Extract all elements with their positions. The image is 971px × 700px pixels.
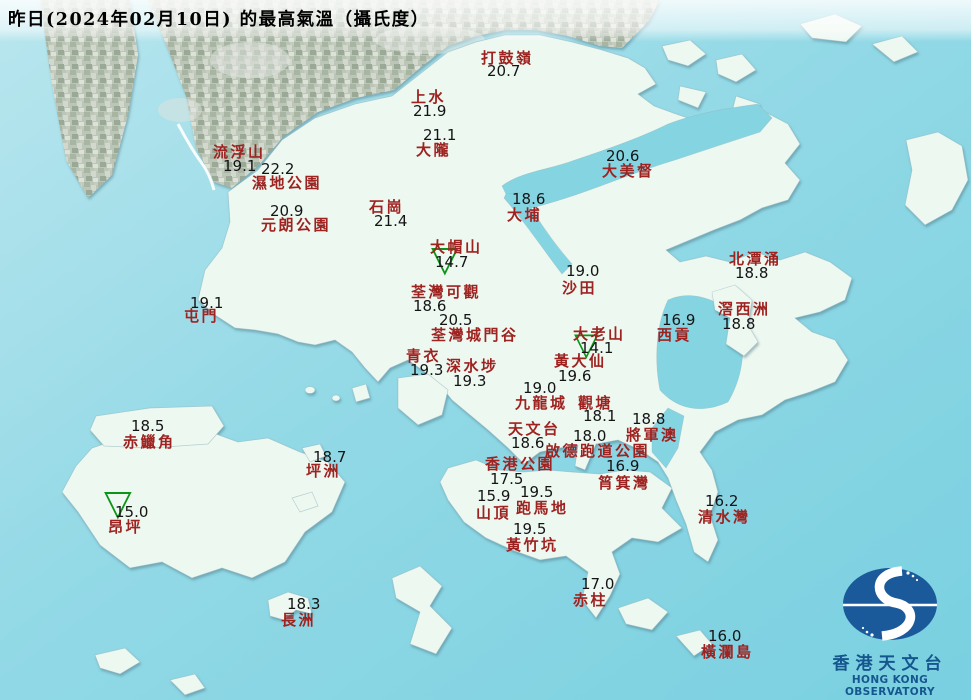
hko-logo: 香港天文台 HONG KONG OBSERVATORY xyxy=(815,565,965,698)
station-value: 19.5 xyxy=(520,483,554,501)
station-value: 18.6 xyxy=(511,434,545,452)
station-value: 21.9 xyxy=(413,102,447,120)
station-value: 19.0 xyxy=(566,262,600,280)
station-name: 沙田 xyxy=(562,279,598,297)
station-value: 20.7 xyxy=(487,62,521,80)
station-value: 16.2 xyxy=(705,492,739,510)
station-value: 20.6 xyxy=(606,147,640,165)
station-value: 19.3 xyxy=(453,372,487,390)
station-value: 21.1 xyxy=(423,126,457,144)
hko-logo-icon xyxy=(843,566,937,641)
station-value: 20.5 xyxy=(439,311,473,329)
station-name: 山頂 xyxy=(476,504,512,522)
station-value: 21.4 xyxy=(374,212,408,230)
station-value: 18.8 xyxy=(722,315,756,333)
station-value: 19.5 xyxy=(513,520,547,538)
station-value: 18.5 xyxy=(131,417,165,435)
station-value: 22.2 xyxy=(261,160,295,178)
station-value: 19.1 xyxy=(190,294,224,312)
weather-map: 昨日(2024年02月10日) 的最高氣溫（攝氏度） 20.7 打鼓嶺 21.9 上水… xyxy=(0,0,971,700)
station-value: 19.3 xyxy=(410,361,444,379)
station-value: 18.8 xyxy=(735,264,769,282)
station-value: 17.0 xyxy=(581,575,615,593)
station-value: 16.9 xyxy=(662,311,696,329)
station-value: 18.0 xyxy=(573,427,607,445)
station-value: 15.9 xyxy=(477,487,511,505)
station-value: 19.6 xyxy=(558,367,592,385)
station-value: 18.7 xyxy=(313,448,347,466)
station-value: 16.9 xyxy=(606,457,640,475)
station-value: 19.1 xyxy=(223,157,257,175)
station-value: 19.0 xyxy=(523,379,557,397)
hko-logo-chinese: 香港天文台 xyxy=(832,654,948,674)
station-name: 筲箕灣 xyxy=(598,474,651,492)
station-value: 16.0 xyxy=(708,627,742,645)
hko-logo-english: HONG KONG OBSERVATORY xyxy=(844,674,936,698)
station-value: 18.3 xyxy=(287,595,321,613)
station-value: 18.8 xyxy=(632,410,666,428)
station-value: 14.7 xyxy=(435,253,469,271)
station-value: 18.1 xyxy=(583,407,617,425)
station-value: 14.1 xyxy=(580,339,614,357)
station-value: 15.0 xyxy=(115,503,149,521)
station-value: 17.5 xyxy=(490,470,524,488)
station-value: 20.9 xyxy=(270,202,304,220)
station-value: 18.6 xyxy=(512,190,546,208)
